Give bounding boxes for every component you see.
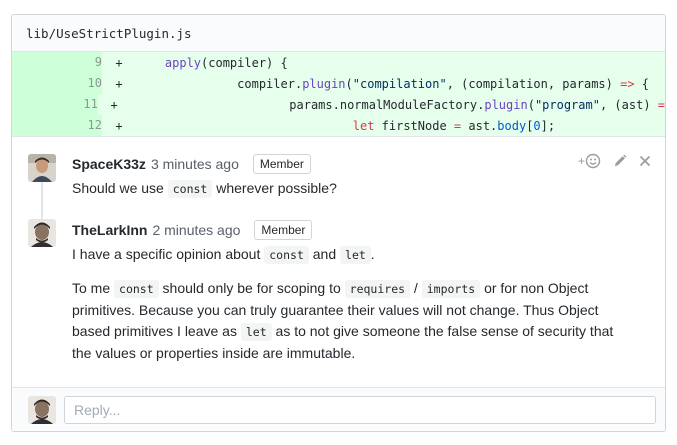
inline-code: const xyxy=(114,280,159,298)
avatar[interactable] xyxy=(28,219,56,247)
comment-body: I have a specific opinion about const an… xyxy=(72,244,665,364)
inline-code: const xyxy=(167,180,213,198)
code-line: compiler.plugin("compilation", (compilat… xyxy=(237,76,649,91)
diff-line: 11 + params.normalModuleFactory.plugin("… xyxy=(12,94,665,115)
inline-code: let xyxy=(240,323,272,341)
line-number[interactable]: 12 xyxy=(12,115,102,136)
add-reaction-button[interactable]: + xyxy=(578,153,601,169)
diff-marker: + xyxy=(115,76,123,91)
code-line: params.normalModuleFactory.plugin("progr… xyxy=(289,97,665,112)
comment-header: TheLarkInn 2 minutes ago Member xyxy=(72,219,665,241)
comment-timestamp[interactable]: 2 minutes ago xyxy=(152,222,240,238)
line-number[interactable]: 9 xyxy=(12,52,102,73)
review-comment-container: lib/UseStrictPlugin.js 9 + apply(compile… xyxy=(11,14,666,432)
reply-placeholder: Reply... xyxy=(74,402,121,418)
edit-button[interactable] xyxy=(613,154,627,168)
reply-bar: Reply... xyxy=(12,387,665,431)
comment-paragraph: To me const should only be for scoping t… xyxy=(72,280,614,361)
delete-button[interactable] xyxy=(639,155,651,167)
user-avatar-icon xyxy=(28,219,56,247)
diff-marker: + xyxy=(115,118,123,133)
comment-header: SpaceK33z 3 minutes ago Member xyxy=(72,153,665,175)
comment: SpaceK33z 3 minutes ago Member + Should … xyxy=(12,137,665,209)
comment-actions: + xyxy=(578,153,651,169)
comment-author[interactable]: SpaceK33z xyxy=(72,156,146,172)
code-line: let firstNode = ast.body[0]; xyxy=(352,118,556,133)
user-avatar-icon xyxy=(28,396,56,424)
member-badge: Member xyxy=(254,220,313,240)
member-badge: Member xyxy=(252,154,311,174)
file-path[interactable]: lib/UseStrictPlugin.js xyxy=(26,26,192,41)
comment-thread: SpaceK33z 3 minutes ago Member + Should … xyxy=(12,137,665,364)
inline-code: let xyxy=(340,246,371,264)
inline-code: const xyxy=(264,246,309,264)
plus-icon: + xyxy=(577,154,585,168)
reply-input[interactable]: Reply... xyxy=(64,396,656,424)
diff-line: 10 + compiler.plugin("compilation", (com… xyxy=(12,73,665,94)
comment-body: Should we use const wherever possible? xyxy=(72,180,337,198)
line-number[interactable]: 10 xyxy=(12,73,102,94)
comment-timestamp[interactable]: 3 minutes ago xyxy=(151,156,239,172)
pencil-icon xyxy=(615,154,627,166)
user-avatar-icon xyxy=(28,154,56,182)
avatar[interactable] xyxy=(28,154,56,182)
code-line: apply(compiler) { xyxy=(164,55,288,70)
comment-author[interactable]: TheLarkInn xyxy=(72,222,147,238)
diff-marker: + xyxy=(115,55,123,70)
comment-paragraph: I have a specific opinion about const an… xyxy=(72,246,375,264)
avatar xyxy=(28,396,56,424)
smiley-icon xyxy=(585,153,601,169)
diff-line: 12 + let firstNode = ast.body[0]; xyxy=(12,115,665,136)
diff-marker: + xyxy=(110,97,118,112)
inline-code: requires xyxy=(344,280,411,298)
line-number[interactable]: 11 xyxy=(12,94,98,115)
file-header: lib/UseStrictPlugin.js xyxy=(12,15,665,52)
diff-line: 9 + apply(compiler) { xyxy=(12,52,665,73)
close-icon xyxy=(639,155,651,167)
comment: TheLarkInn 2 minutes ago Member I have a… xyxy=(12,209,665,364)
diff-hunk: 9 + apply(compiler) { 10 + compiler.plug… xyxy=(12,52,665,137)
inline-code: imports xyxy=(421,280,481,298)
